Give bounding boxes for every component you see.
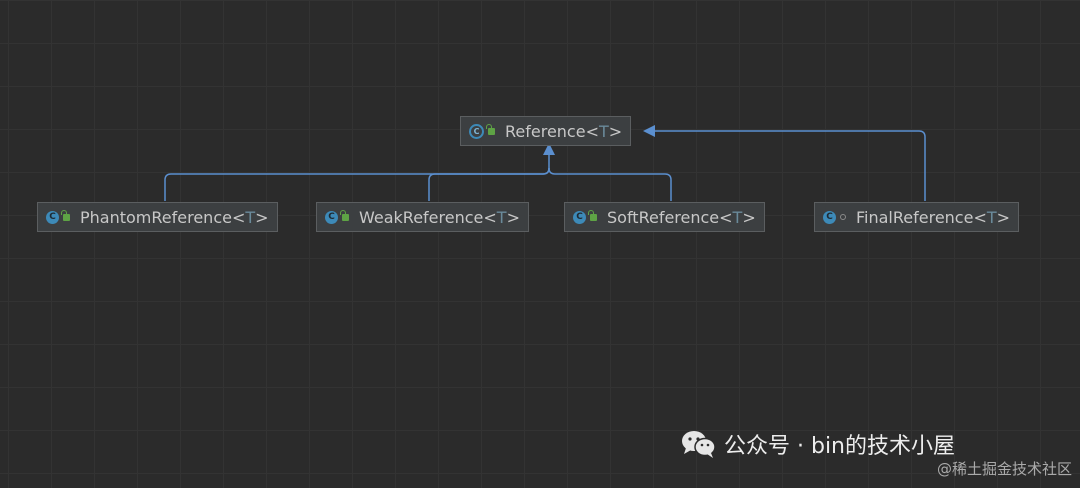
inheritance-edges [164, 125, 926, 201]
class-name: WeakReference [359, 207, 484, 227]
edge-phantom-to-reference [164, 154, 550, 201]
generic-open: < [973, 207, 987, 227]
class-node-reference[interactable]: C Reference < T > [460, 116, 632, 146]
class-name: SoftReference [607, 207, 720, 227]
class-name: Reference [505, 121, 586, 141]
type-parameter: T [598, 121, 609, 141]
class-name: FinalReference [856, 207, 974, 227]
generic-open: < [231, 207, 246, 227]
type-parameter: T [732, 207, 743, 227]
public-lock-icon [588, 209, 597, 221]
generic-close: > [255, 207, 269, 227]
generic-open: < [483, 207, 497, 227]
generic-open: < [585, 121, 599, 141]
wechat-watermark: 公众号 · bin的技术小屋 [680, 428, 955, 460]
public-lock-icon [486, 123, 495, 135]
generic-close: > [608, 121, 623, 141]
class-icon: C [823, 210, 836, 224]
platform-watermark: @稀土掘金技术社区 [936, 460, 1072, 478]
class-icon: C [573, 210, 586, 224]
class-node-final-reference[interactable]: C FinalReference < T > [814, 202, 1020, 232]
type-parameter: T [245, 207, 256, 227]
class-icon: C [325, 210, 338, 224]
generic-open: < [719, 207, 733, 227]
class-node-soft-reference[interactable]: C SoftReference < T > [564, 202, 765, 232]
type-parameter: T [496, 207, 507, 227]
type-parameter: T [986, 207, 997, 227]
public-lock-icon [61, 209, 70, 221]
class-diagram-canvas: C Reference < T > C PhantomReference < T > C W… [0, 0, 1080, 488]
generic-close: > [742, 207, 756, 227]
public-lock-icon [340, 209, 349, 221]
package-private-icon [840, 214, 846, 220]
class-node-weak-reference[interactable]: C WeakReference < T > [316, 202, 529, 232]
class-node-phantom-reference[interactable]: C PhantomReference < T > [37, 202, 278, 232]
edge-weak-to-reference [428, 167, 550, 201]
arrowhead-left [643, 125, 655, 137]
generic-close: > [506, 207, 520, 227]
class-icon: C [46, 210, 59, 224]
class-name: PhantomReference [80, 207, 232, 227]
edge-final-to-reference [655, 130, 926, 201]
abstract-class-icon: C [469, 123, 484, 139]
watermark-text: 公众号 · bin的技术小屋 [724, 434, 956, 459]
wechat-icon [682, 431, 716, 458]
generic-close: > [996, 207, 1011, 227]
edge-soft-to-reference [548, 167, 672, 201]
